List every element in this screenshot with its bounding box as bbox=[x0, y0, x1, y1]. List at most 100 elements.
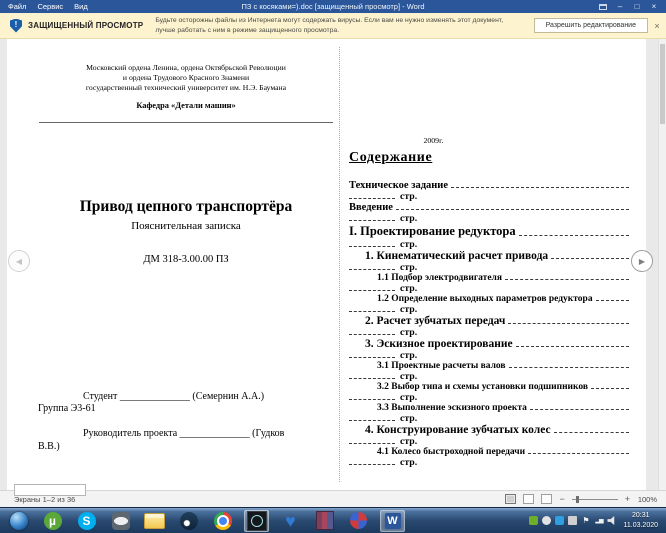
title-bar: Файл Сервис Вид ПЗ с косяками=).doc [защ… bbox=[0, 0, 666, 13]
toc-list: Техническое задание стр. Введение стр. I. Пр… bbox=[349, 180, 629, 468]
volume-tray-icon[interactable] bbox=[607, 516, 615, 525]
left-gutter bbox=[0, 39, 7, 490]
dash-leader bbox=[553, 432, 629, 433]
dash-leader bbox=[349, 290, 395, 291]
utorrent-icon[interactable] bbox=[40, 510, 65, 532]
document-area: Московский ордена Ленина, ордена Октябрь… bbox=[0, 39, 666, 490]
previous-screen-button[interactable]: ◀ bbox=[8, 250, 30, 272]
year-label: 2009г. bbox=[423, 136, 444, 145]
maximize-button[interactable]: □ bbox=[630, 1, 644, 12]
dash-leader bbox=[395, 209, 629, 210]
enable-editing-button[interactable]: Разрешить редактирование bbox=[533, 18, 648, 33]
taskbar-clock[interactable]: 20:31 11.03.2020 bbox=[616, 511, 666, 530]
toc-entry: 1.1 Подбор электродвигателя стр. bbox=[349, 273, 629, 294]
usb-tray-icon[interactable] bbox=[568, 516, 578, 525]
dash-leader bbox=[551, 258, 629, 259]
shield-icon bbox=[10, 18, 22, 33]
taskbar-icons bbox=[0, 509, 405, 532]
dash-leader bbox=[529, 409, 629, 410]
skype-icon[interactable] bbox=[74, 510, 99, 532]
window-title: ПЗ с косяками=).doc [защищенный просмотр… bbox=[241, 2, 425, 11]
toc-entry: I. Проектирование редуктора стр. bbox=[349, 224, 629, 250]
dash-leader bbox=[518, 235, 629, 236]
dash-leader bbox=[515, 346, 629, 347]
dash-leader bbox=[349, 311, 395, 312]
heart-icon[interactable] bbox=[278, 510, 303, 532]
explorer-icon[interactable] bbox=[142, 510, 167, 532]
flag-tray-icon[interactable] bbox=[581, 516, 590, 525]
status-bar: Экраны 1–2 из 36 − + 100% bbox=[0, 490, 666, 507]
next-screen-button[interactable]: ▶ bbox=[631, 250, 653, 272]
dash-leader bbox=[349, 220, 395, 221]
dash-leader bbox=[349, 378, 395, 379]
divider-line bbox=[39, 122, 333, 123]
menu-file[interactable]: Файл bbox=[8, 2, 26, 11]
dash-leader bbox=[349, 399, 395, 400]
word-icon[interactable] bbox=[380, 509, 405, 532]
group-line: Группа Э3-61 bbox=[38, 403, 96, 415]
vertical-scrollbar[interactable] bbox=[658, 39, 666, 490]
dash-leader bbox=[349, 464, 395, 465]
zoom-out-button[interactable]: − bbox=[559, 494, 564, 504]
dash-leader bbox=[591, 388, 629, 389]
window-controls: – □ × bbox=[596, 1, 666, 12]
dash-leader bbox=[349, 334, 395, 335]
toc-entry: 3.1 Проектные расчеты валов стр. bbox=[349, 361, 629, 382]
steam-icon[interactable] bbox=[176, 510, 201, 532]
banner-close-icon[interactable]: × bbox=[648, 21, 666, 31]
department-name: Кафедра «Детали машин» bbox=[136, 101, 236, 110]
zoom-slider[interactable] bbox=[571, 495, 618, 503]
minimize-button[interactable]: – bbox=[613, 1, 627, 12]
osu-icon[interactable] bbox=[244, 509, 269, 532]
word-window: Файл Сервис Вид ПЗ с косяками=).doc [защ… bbox=[0, 0, 666, 533]
dash-leader bbox=[349, 443, 395, 444]
document-title: Привод цепного транспортёра bbox=[79, 198, 293, 215]
dash-leader bbox=[349, 357, 395, 358]
dash-leader bbox=[528, 453, 629, 454]
winrar-icon[interactable] bbox=[312, 510, 337, 532]
app-tray-icon[interactable] bbox=[555, 516, 565, 525]
dash-leader bbox=[595, 300, 629, 301]
page-divider bbox=[339, 47, 340, 482]
toc-entry: 3. Эскизное проектирование стр. bbox=[349, 338, 629, 361]
print-layout-icon[interactable] bbox=[523, 494, 535, 504]
media-app-icon[interactable] bbox=[346, 510, 371, 532]
clock-time: 20:31 bbox=[631, 512, 650, 520]
zoom-in-button[interactable]: + bbox=[625, 494, 630, 504]
menu-service[interactable]: Сервис bbox=[37, 2, 63, 11]
scrollbar-thumb[interactable] bbox=[660, 44, 665, 124]
clock-date: 11.03.2020 bbox=[623, 521, 658, 529]
toc-entry: 1.2 Определение выходных параметров реду… bbox=[349, 294, 629, 315]
toc-entry: 4.1 Колесо быстроходной передачи стр. bbox=[349, 447, 629, 468]
read-mode-icon[interactable] bbox=[505, 494, 517, 504]
toc-entry: 4. Конструирование зубчатых колес стр. bbox=[349, 424, 629, 447]
system-tray bbox=[529, 516, 616, 525]
dash-leader bbox=[508, 367, 629, 368]
update-tray-icon[interactable] bbox=[542, 516, 552, 525]
document-subtitle: Пояснительная записка bbox=[131, 220, 241, 232]
start-button[interactable] bbox=[6, 510, 31, 532]
page-indicator-box bbox=[14, 484, 86, 496]
supervisor-line: Руководитель проекта ______________ (Гуд… bbox=[83, 428, 285, 440]
menu-view[interactable]: Вид bbox=[74, 2, 88, 11]
close-button[interactable]: × bbox=[647, 1, 661, 12]
discord-icon[interactable] bbox=[108, 510, 133, 532]
gpu-tray-icon[interactable] bbox=[529, 516, 539, 525]
toc-entry: Введение стр. bbox=[349, 202, 629, 224]
ribbon-options-icon[interactable] bbox=[596, 1, 610, 12]
zoom-slider-thumb[interactable] bbox=[575, 495, 579, 503]
university-name: Московский ордена Ленина, ордена Октябрь… bbox=[85, 63, 287, 92]
dash-leader bbox=[505, 279, 629, 280]
web-layout-icon[interactable] bbox=[541, 494, 553, 504]
toc-entry: Техническое задание стр. bbox=[349, 180, 629, 202]
taskbar: 20:31 11.03.2020 bbox=[0, 507, 666, 533]
chrome-icon[interactable] bbox=[210, 510, 235, 532]
toc-entry: 3.2 Выбор типа и схемы установки подшипн… bbox=[349, 382, 629, 403]
toc-entry: 1. Кинематический расчет привода стр. bbox=[349, 250, 629, 273]
page-contents-sheet: 2009г. Содержание Техническое задание стр… bbox=[347, 39, 645, 490]
zoom-level[interactable]: 100% bbox=[637, 495, 657, 504]
signature-block: Студент ______________ (Семернин А.А.) Г… bbox=[38, 391, 336, 453]
document-code: ДМ 318-3.00.00 ПЗ bbox=[143, 254, 229, 265]
network-tray-icon[interactable] bbox=[594, 516, 603, 525]
menu-bar: Файл Сервис Вид bbox=[0, 2, 88, 11]
